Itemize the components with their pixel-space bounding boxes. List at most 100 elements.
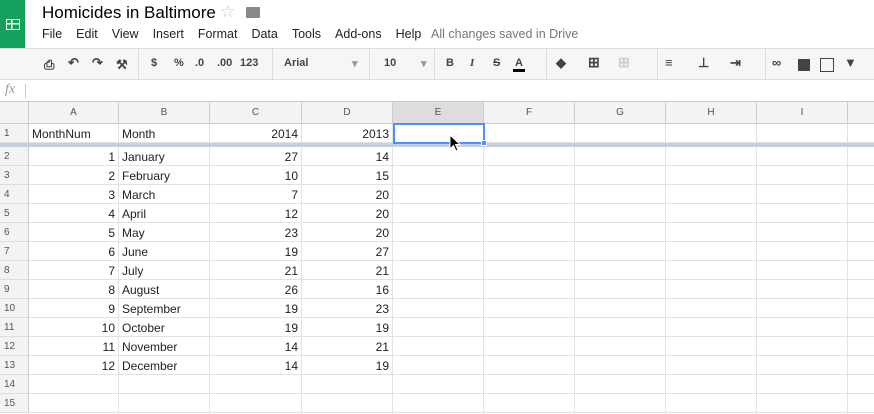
cell-a10[interactable]: 9	[29, 299, 119, 318]
currency-button[interactable]: $	[151, 57, 157, 69]
redo-icon[interactable]: ↷	[92, 55, 103, 71]
cell-i8[interactable]	[757, 261, 848, 280]
cell-a8[interactable]: 7	[29, 261, 119, 280]
cell-c14[interactable]	[210, 375, 302, 394]
cell-b3[interactable]: February	[119, 166, 210, 185]
menu-file[interactable]: File	[42, 27, 62, 41]
cell-i1[interactable]	[757, 124, 848, 143]
strikethrough-button[interactable]: S	[493, 57, 500, 69]
undo-icon[interactable]: ↶	[68, 55, 79, 71]
sheets-logo-icon[interactable]	[0, 0, 25, 48]
cell-c9[interactable]: 26	[210, 280, 302, 299]
cell-d15[interactable]	[302, 394, 393, 413]
cell-a3[interactable]: 2	[29, 166, 119, 185]
cell-f9[interactable]	[484, 280, 575, 299]
cell-j8[interactable]	[848, 261, 874, 280]
cell-i13[interactable]	[757, 356, 848, 375]
select-all-corner[interactable]	[0, 102, 29, 124]
cell-h2[interactable]	[666, 147, 757, 166]
cell-i15[interactable]	[757, 394, 848, 413]
cell-f5[interactable]	[484, 204, 575, 223]
cell-h11[interactable]	[666, 318, 757, 337]
cell-d4[interactable]: 20	[302, 185, 393, 204]
cell-e2[interactable]	[393, 147, 484, 166]
row-header-4[interactable]: 4	[0, 185, 29, 204]
menu-insert[interactable]: Insert	[153, 27, 184, 41]
cell-g15[interactable]	[575, 394, 666, 413]
cell-h15[interactable]	[666, 394, 757, 413]
cell-d9[interactable]: 16	[302, 280, 393, 299]
column-header-e[interactable]: E	[393, 102, 484, 124]
cell-a15[interactable]	[29, 394, 119, 413]
cell-b2[interactable]: January	[119, 147, 210, 166]
font-size-dropdown-icon[interactable]: ▾	[421, 57, 427, 70]
cell-e5[interactable]	[393, 204, 484, 223]
cell-b10[interactable]: September	[119, 299, 210, 318]
print-icon[interactable]: ⎙	[44, 57, 54, 73]
star-icon[interactable]: ☆	[220, 2, 235, 22]
cell-d3[interactable]: 15	[302, 166, 393, 185]
cell-g9[interactable]	[575, 280, 666, 299]
italic-button[interactable]: I	[470, 57, 474, 69]
cell-d8[interactable]: 21	[302, 261, 393, 280]
cell-j6[interactable]	[848, 223, 874, 242]
bold-button[interactable]: B	[446, 57, 454, 69]
cell-d6[interactable]: 20	[302, 223, 393, 242]
row-header-5[interactable]: 5	[0, 204, 29, 223]
cell-d2[interactable]: 14	[302, 147, 393, 166]
menu-data[interactable]: Data	[251, 27, 277, 41]
cell-b12[interactable]: November	[119, 337, 210, 356]
cell-j2[interactable]	[848, 147, 874, 166]
vertical-align-icon[interactable]: ⊥	[698, 55, 709, 71]
cell-c4[interactable]: 7	[210, 185, 302, 204]
cell-c6[interactable]: 23	[210, 223, 302, 242]
selected-cell-e1[interactable]	[393, 123, 485, 144]
cell-d1[interactable]: 2013	[302, 124, 393, 143]
cell-c3[interactable]: 10	[210, 166, 302, 185]
cell-i6[interactable]	[757, 223, 848, 242]
cell-h12[interactable]	[666, 337, 757, 356]
cell-d13[interactable]: 19	[302, 356, 393, 375]
cell-c10[interactable]: 19	[210, 299, 302, 318]
font-dropdown-icon[interactable]: ▾	[352, 57, 358, 70]
cell-c8[interactable]: 21	[210, 261, 302, 280]
cell-e6[interactable]	[393, 223, 484, 242]
cell-g3[interactable]	[575, 166, 666, 185]
more-formats-button[interactable]: 123	[240, 57, 258, 69]
formula-input[interactable]	[30, 82, 860, 100]
cell-j10[interactable]	[848, 299, 874, 318]
cell-a9[interactable]: 8	[29, 280, 119, 299]
cell-j7[interactable]	[848, 242, 874, 261]
cell-g7[interactable]	[575, 242, 666, 261]
cell-g11[interactable]	[575, 318, 666, 337]
paint-format-icon[interactable]: ⚒	[116, 57, 128, 73]
cell-h14[interactable]	[666, 375, 757, 394]
row-header-10[interactable]: 10	[0, 299, 29, 318]
cell-f3[interactable]	[484, 166, 575, 185]
cell-i11[interactable]	[757, 318, 848, 337]
cell-i3[interactable]	[757, 166, 848, 185]
cell-c7[interactable]: 19	[210, 242, 302, 261]
cell-j1[interactable]	[848, 124, 874, 143]
row-header-11[interactable]: 11	[0, 318, 29, 337]
cell-a13[interactable]: 12	[29, 356, 119, 375]
cell-j9[interactable]	[848, 280, 874, 299]
cell-g6[interactable]	[575, 223, 666, 242]
cell-b13[interactable]: December	[119, 356, 210, 375]
cell-f14[interactable]	[484, 375, 575, 394]
cell-i5[interactable]	[757, 204, 848, 223]
cell-f13[interactable]	[484, 356, 575, 375]
borders-icon[interactable]: ⊞	[588, 54, 600, 71]
increase-decimal-button[interactable]: .00	[217, 57, 232, 69]
font-select[interactable]: Arial	[284, 57, 308, 69]
column-header-i[interactable]: I	[757, 102, 848, 124]
cell-d10[interactable]: 23	[302, 299, 393, 318]
cell-g5[interactable]	[575, 204, 666, 223]
cell-b8[interactable]: July	[119, 261, 210, 280]
row-header-6[interactable]: 6	[0, 223, 29, 242]
cell-j5[interactable]	[848, 204, 874, 223]
column-header-f[interactable]: F	[484, 102, 575, 124]
cell-j12[interactable]	[848, 337, 874, 356]
cell-j13[interactable]	[848, 356, 874, 375]
cell-e8[interactable]	[393, 261, 484, 280]
